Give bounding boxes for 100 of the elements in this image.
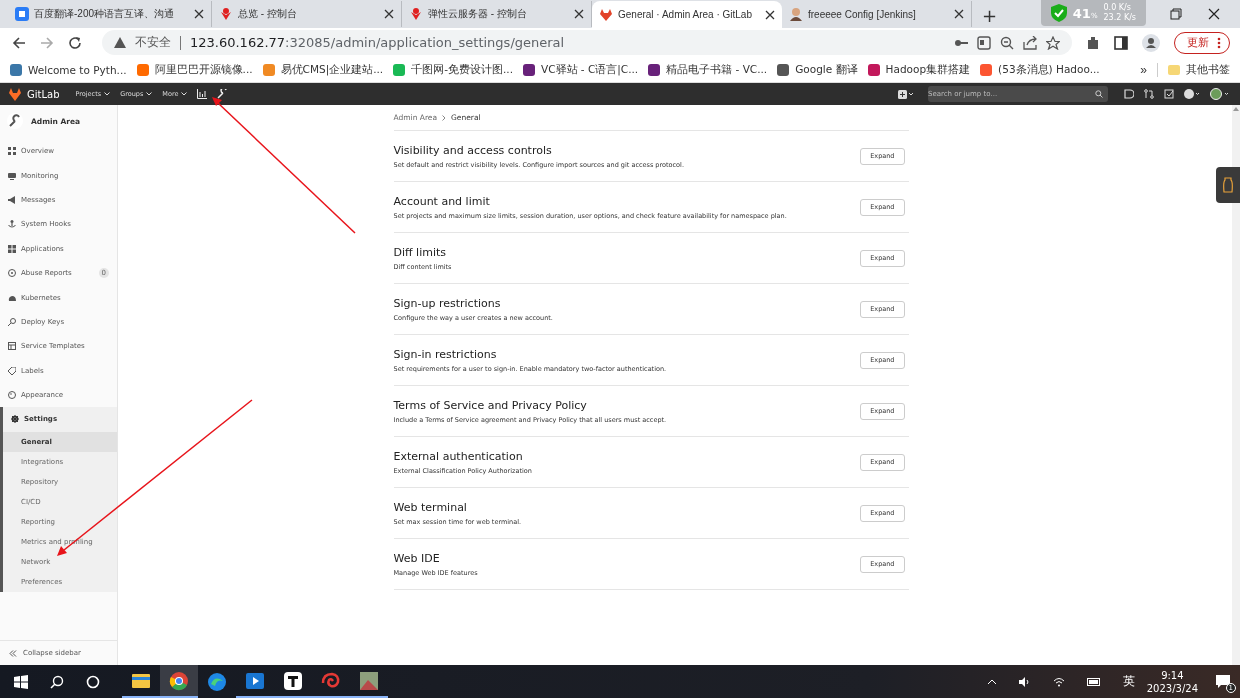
other-bookmarks[interactable]: 其他书签: [1168, 62, 1230, 77]
restore-icon[interactable]: [1170, 8, 1182, 20]
cloud-icon: [8, 293, 16, 302]
bookmark-icon: [648, 63, 661, 76]
flower-icon: [409, 7, 423, 21]
chrome-icon: [169, 670, 189, 691]
bookmark-icon: [777, 63, 790, 76]
share-icon[interactable]: [1023, 35, 1037, 50]
star-icon[interactable]: [1046, 35, 1060, 50]
bookmark-icon: [136, 63, 149, 76]
letter-icon: [283, 670, 303, 691]
extensions-icon[interactable]: [1086, 35, 1100, 50]
close-icon[interactable]: [194, 9, 204, 19]
tab-title: 总览 - 控制台: [238, 7, 298, 21]
flower-icon: [219, 7, 233, 21]
more-icon[interactable]: [1217, 36, 1221, 49]
grid-icon: [8, 147, 16, 156]
close-icon[interactable]: [765, 9, 775, 20]
notification-icon[interactable]: [1216, 675, 1230, 688]
tab-title: freeeee Config [Jenkins]: [808, 8, 917, 20]
browser-tab[interactable]: 总览 - 控制台: [212, 1, 402, 27]
bookmark-icon: [980, 63, 993, 76]
taskbar-app[interactable]: [160, 665, 198, 698]
bookmark[interactable]: VC驿站 - C语言|C...: [523, 62, 639, 77]
bookmark-label: 阿里巴巴开源镜像...: [154, 62, 253, 77]
speaker-icon[interactable]: [1018, 676, 1031, 687]
caret-icon: [146, 92, 153, 96]
cup-icon: [1223, 177, 1233, 193]
anchor-icon: [8, 220, 16, 229]
key-icon: [8, 317, 16, 326]
translate-icon[interactable]: [977, 35, 991, 50]
bookmark[interactable]: Google 翻译: [777, 62, 858, 77]
browser-tab[interactable]: freeeee Config [Jenkins]: [782, 1, 972, 27]
chevron-up-icon[interactable]: [986, 678, 997, 685]
warning-icon: [114, 37, 126, 48]
bookmark[interactable]: Welcome to Pyth...: [10, 63, 127, 76]
caret-icon: [181, 92, 188, 96]
section-title: Terms of Service and Privacy Policy: [393, 398, 588, 412]
close-icon[interactable]: [954, 9, 964, 19]
section-title: Sign-in restrictions: [393, 347, 498, 361]
chevron-icon: [442, 114, 447, 121]
bookmark-overflow-button[interactable]: »: [1140, 62, 1147, 77]
bookmark-label: VC驿站 - C语言|C...: [541, 62, 639, 77]
close-icon[interactable]: [384, 9, 394, 19]
bookmark-icon: [523, 63, 535, 76]
section-title: External authentication: [393, 449, 524, 463]
megaphone-icon: [8, 195, 16, 204]
folder-icon: [1168, 63, 1180, 76]
bookmark-label: 其他书签: [1186, 62, 1230, 77]
upload-speed: 0.0 K/s: [1103, 3, 1132, 13]
address-bar[interactable]: 不安全 123.60.162.77:32085/admin/application_settings/general: [102, 30, 1072, 55]
issues-icon[interactable]: [1124, 89, 1134, 99]
template-icon: [8, 342, 16, 351]
bookmark[interactable]: 阿里巴巴开源镜像...: [136, 62, 253, 77]
bookmark-label: Hadoop集群搭建: [885, 62, 971, 77]
wrench-icon[interactable]: [217, 89, 228, 99]
gitlab-logo[interactable]: GitLab: [8, 87, 60, 101]
player-icon: [245, 670, 265, 691]
input-method-indicator[interactable]: 英: [1122, 673, 1135, 690]
chart-icon[interactable]: [197, 89, 208, 99]
edge-icon: [207, 671, 227, 692]
profile-icon[interactable]: [1142, 33, 1160, 52]
update-button[interactable]: 更新: [1174, 31, 1230, 54]
close-icon[interactable]: [574, 9, 584, 19]
search-icon[interactable]: [50, 674, 64, 689]
section-title: Visibility and access controls: [393, 143, 553, 157]
tag-icon: [8, 366, 16, 375]
side-panel-icon[interactable]: [1114, 35, 1128, 50]
bookmark-icon: [10, 63, 22, 76]
zoom-out-icon[interactable]: [1000, 35, 1014, 50]
caret-icon: [104, 92, 111, 96]
browser-tab[interactable]: General · Admin Area · GitLab: [592, 1, 782, 28]
battery-icon[interactable]: [1086, 677, 1101, 686]
url-text: 123.60.162.77:32085/admin/application_settings/general: [190, 35, 565, 50]
security-label: 不安全: [135, 34, 171, 51]
bookmark[interactable]: Hadoop集群搭建: [867, 62, 971, 77]
search-icon: [1095, 90, 1103, 98]
section-title: Web terminal: [393, 500, 468, 514]
new-tab-button[interactable]: +: [972, 2, 1008, 28]
image-icon: [359, 670, 379, 691]
double-chevron-icon: [9, 649, 17, 657]
fox-icon: [8, 87, 22, 101]
floating-side-panel[interactable]: [1216, 167, 1240, 203]
reload-icon[interactable]: [68, 35, 82, 50]
tab-title: General · Admin Area · GitLab: [618, 9, 753, 20]
person-icon: [789, 7, 803, 21]
merge-request-icon[interactable]: [1144, 89, 1154, 99]
browser-tab[interactable]: 百度翻译-200种语言互译、沟通: [8, 1, 212, 27]
clock-date: 2023/3/24: [1146, 681, 1198, 695]
back-icon[interactable]: [12, 35, 26, 50]
section-title: Diff limits: [393, 245, 448, 259]
task-view-icon[interactable]: [86, 674, 100, 689]
avatar-icon[interactable]: [1210, 88, 1230, 100]
todo-icon[interactable]: [1164, 89, 1174, 99]
tab-title: 百度翻译-200种语言互译、沟通: [34, 7, 175, 21]
windows-start-icon[interactable]: [14, 674, 28, 689]
plus-square-icon[interactable]: [898, 89, 914, 99]
help-icon[interactable]: [1184, 89, 1200, 99]
wifi-icon[interactable]: [1052, 676, 1065, 687]
close-window-icon[interactable]: [1208, 8, 1220, 20]
